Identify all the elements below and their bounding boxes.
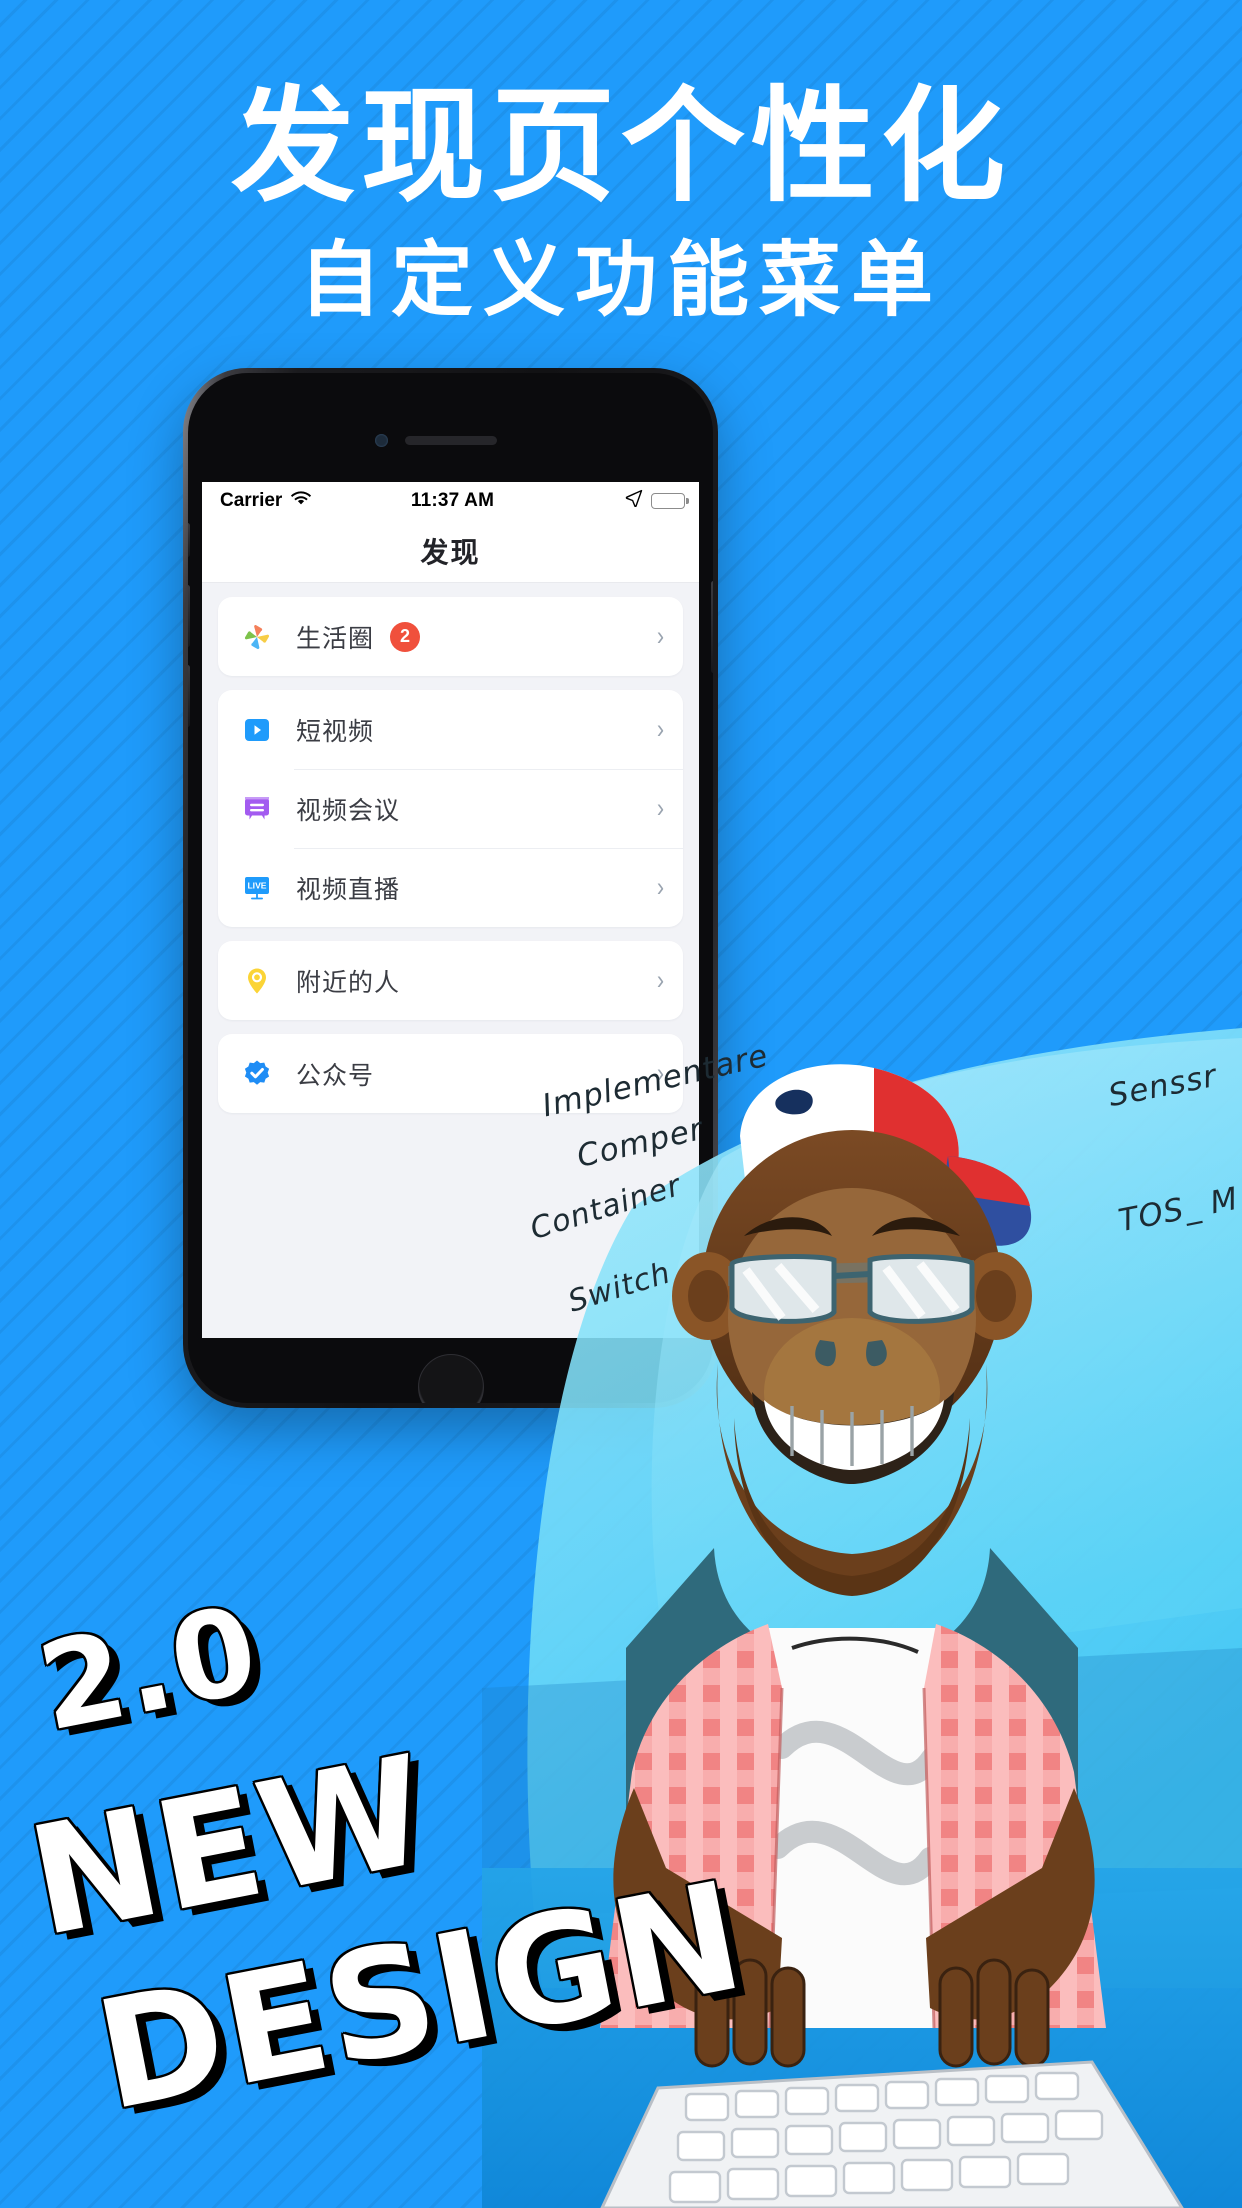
chevron-right-icon: › (656, 714, 665, 744)
svg-text:LIVE: LIVE (247, 880, 266, 890)
live-stream-icon: LIVE (240, 871, 274, 905)
location-arrow-icon (625, 489, 643, 513)
list-item-label: 视频直播 (296, 874, 401, 904)
discover-list: 生活圈 2 › 短视频 › 视频会议 › LIVE 视频直播 › 附近的人 › … (202, 583, 699, 1113)
phone-bottom-bezel (202, 1338, 699, 1403)
handwritten-note: TOS_ M (1115, 1180, 1242, 1240)
list-item-label: 公众号 (296, 1060, 375, 1090)
lifecircle-pinwheel-icon (240, 620, 274, 654)
status-bar-right (494, 489, 689, 513)
headline-block: 发现页个性化 自定义功能菜单 (0, 78, 1242, 327)
list-item-short-video[interactable]: 短视频 › (218, 690, 683, 769)
volume-down-button[interactable] (188, 665, 190, 727)
version-label: 2.0 (28, 1580, 270, 1759)
list-item-live-stream[interactable]: LIVE 视频直播 › (218, 848, 683, 927)
wifi-icon (290, 490, 312, 512)
list-item-video-meeting[interactable]: 视频会议 › (218, 769, 683, 848)
status-badge: 2 (390, 621, 421, 652)
status-bar-left: Carrier (220, 490, 411, 512)
video-meeting-icon (240, 792, 274, 826)
page-subtitle: 自定义功能菜单 (298, 232, 943, 328)
battery-full-icon (651, 493, 689, 509)
chevron-right-icon: › (656, 621, 665, 651)
short-video-play-icon (240, 713, 274, 747)
front-camera-icon (374, 434, 388, 447)
chevron-right-icon: › (656, 872, 665, 902)
nav-bar-title: 发现 (420, 536, 481, 569)
list-item-official-account[interactable]: 公众号 › (218, 1034, 683, 1113)
poster-canvas: 发现页个性化 自定义功能菜单 Carrier 11:37 AM 发现 生活圈 2… (0, 0, 1242, 2208)
phone-mockup: Carrier 11:37 AM 发现 生活圈 2 › 短视频 › 视频会议 ›… (183, 368, 718, 1408)
list-item-nearby-people[interactable]: 附近的人 › (218, 941, 683, 1020)
handwritten-note: Senssr (1105, 1057, 1220, 1115)
power-button[interactable] (711, 581, 713, 673)
home-button[interactable] (417, 1354, 484, 1403)
silent-switch[interactable] (188, 523, 190, 557)
list-group: 生活圈 2 › (218, 597, 683, 676)
volume-up-button[interactable] (188, 585, 190, 647)
phone-screen: Carrier 11:37 AM 发现 生活圈 2 › 短视频 › 视频会议 ›… (202, 482, 699, 1338)
phone-body: Carrier 11:37 AM 发现 生活圈 2 › 短视频 › 视频会议 ›… (188, 373, 713, 1403)
list-group: 短视频 › 视频会议 › LIVE 视频直播 › (218, 690, 683, 927)
list-item-label: 附近的人 (296, 967, 401, 997)
chevron-right-icon: › (656, 1058, 665, 1088)
list-group: 附近的人 › (218, 941, 683, 1020)
chevron-right-icon: › (656, 965, 665, 995)
status-bar-clock: 11:37 AM (410, 490, 495, 511)
carrier-label: Carrier (220, 490, 283, 511)
list-group: 公众号 › (218, 1034, 683, 1113)
chevron-right-icon: › (656, 793, 665, 823)
phone-top-bezel (202, 390, 699, 482)
list-item-lifecircle[interactable]: 生活圈 2 › (218, 597, 683, 676)
list-item-label: 短视频 (296, 716, 375, 746)
official-account-verified-icon (240, 1057, 274, 1091)
navigation-bar: 发现 (202, 520, 699, 583)
list-item-label: 视频会议 (296, 795, 401, 825)
list-item-label: 生活圈 (296, 623, 375, 653)
status-bar: Carrier 11:37 AM (202, 482, 699, 520)
earpiece-speaker (404, 436, 497, 445)
nearby-people-pin-icon (240, 964, 274, 998)
page-title: 发现页个性化 (230, 75, 1011, 219)
